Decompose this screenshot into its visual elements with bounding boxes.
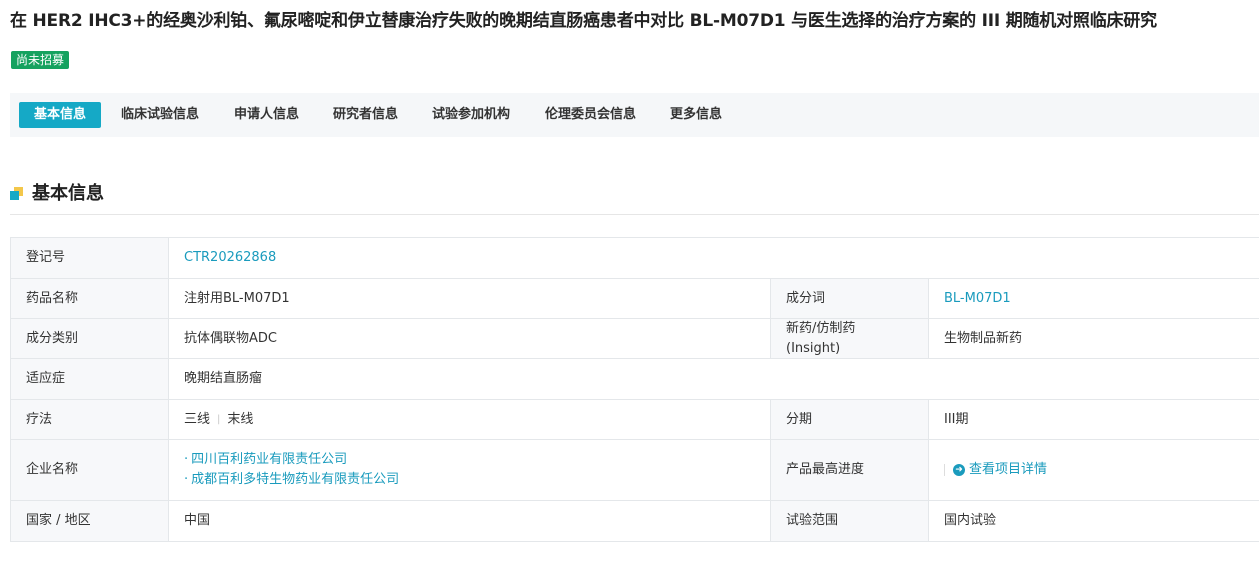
- phase-label: 分期: [771, 400, 929, 439]
- therapy-separator: |: [217, 413, 221, 425]
- tab-basic-info[interactable]: 基本信息: [19, 102, 102, 128]
- section-divider: [10, 214, 1259, 215]
- category-value: 抗体偶联物ADC: [169, 319, 771, 358]
- therapy-line-third: 三线: [184, 411, 211, 427]
- divider: [944, 464, 945, 476]
- progress-cell: ➜ 查看项目详情: [929, 440, 1259, 500]
- company-cell: · 四川百利药业有限责任公司 · 成都百利多特生物药业有限责任公司: [169, 440, 771, 500]
- scope-label: 试验范围: [771, 501, 929, 541]
- category-label: 成分类别: [11, 319, 169, 358]
- tab-applicant-info[interactable]: 申请人信息: [234, 102, 299, 128]
- view-project-details-label[interactable]: 查看项目详情: [969, 460, 1047, 480]
- section-header: 基本信息: [10, 180, 1259, 208]
- table-row: 成分类别 抗体偶联物ADC 新药/仿制药 (Insight) 生物制品新药: [11, 319, 1259, 359]
- section-title: 基本信息: [32, 183, 104, 204]
- indication-label: 适应症: [11, 359, 169, 399]
- company-list: · 四川百利药业有限责任公司 · 成都百利多特生物药业有限责任公司: [184, 450, 399, 490]
- tab-participating-sites[interactable]: 试验参加机构: [432, 102, 510, 128]
- drug-name-value: 注射用BL-M07D1: [169, 279, 771, 318]
- section-squares-icon: [10, 187, 24, 201]
- company-item[interactable]: · 成都百利多特生物药业有限责任公司: [184, 470, 399, 490]
- therapy-cell: 三线 | 末线: [169, 400, 771, 439]
- progress-label: 产品最高进度: [771, 440, 929, 500]
- reg-no-link[interactable]: CTR20262868: [184, 248, 276, 268]
- tab-clinical-trial-info[interactable]: 临床试验信息: [121, 102, 199, 128]
- table-row: 企业名称 · 四川百利药业有限责任公司 · 成都百利多特生物药业有限责任公司 产品最…: [11, 440, 1259, 501]
- bullet-icon: ·: [184, 472, 189, 487]
- tab-investigator-info[interactable]: 研究者信息: [333, 102, 398, 128]
- indication-value: 晚期结直肠瘤: [184, 371, 263, 386]
- new-drug-value: 生物制品新药: [944, 330, 1023, 346]
- table-row: 疗法 三线 | 末线 分期 III期: [11, 400, 1259, 440]
- page-title: 在 HER2 IHC3+的经奥沙利铂、氟尿嘧啶和伊立替康治疗失败的晚期结直肠癌患…: [10, 11, 1157, 31]
- tab-ethics-committee-info[interactable]: 伦理委员会信息: [545, 102, 636, 128]
- company-link-chengdu-baili-duote[interactable]: 成都百利多特生物药业有限责任公司: [191, 472, 399, 487]
- basic-info-table: 登记号 CTR20262868 药品名称 注射用BL-M07D1 成分词 BL-…: [10, 237, 1259, 542]
- drug-name-label: 药品名称: [11, 279, 169, 318]
- company-item[interactable]: · 四川百利药业有限责任公司: [184, 450, 399, 470]
- table-row: 登记号 CTR20262868: [11, 238, 1259, 279]
- company-link-sichuan-baili[interactable]: 四川百利药业有限责任公司: [191, 452, 347, 467]
- table-row: 适应症 晚期结直肠瘤: [11, 359, 1259, 400]
- arrow-circle-right-icon: ➜: [953, 464, 965, 476]
- therapy-label: 疗法: [11, 400, 169, 439]
- company-label: 企业名称: [11, 440, 169, 500]
- tab-bar: 基本信息 临床试验信息 申请人信息 研究者信息 试验参加机构 伦理委员会信息 更…: [10, 93, 1259, 137]
- ingredient-label: 成分词: [771, 279, 929, 318]
- therapy-line-last: 末线: [227, 411, 254, 427]
- new-drug-label: 新药/仿制药 (Insight): [771, 319, 929, 358]
- table-row: 国家 / 地区 中国 试验范围 国内试验: [11, 501, 1259, 542]
- scope-value: 国内试验: [944, 513, 997, 528]
- ingredient-link[interactable]: BL-M07D1: [944, 289, 1011, 309]
- phase-value: III期: [944, 411, 969, 427]
- ingredient-cell: BL-M07D1: [929, 279, 1259, 318]
- bullet-icon: ·: [184, 452, 189, 467]
- view-project-details-link[interactable]: ➜ 查看项目详情: [953, 460, 1047, 480]
- reg-no-cell: CTR20262868: [169, 238, 1259, 278]
- tab-more-info[interactable]: 更多信息: [670, 102, 722, 128]
- reg-no-label: 登记号: [11, 238, 169, 278]
- status-badge: 尚未招募: [11, 51, 70, 69]
- table-row: 药品名称 注射用BL-M07D1 成分词 BL-M07D1: [11, 279, 1259, 319]
- country-label: 国家 / 地区: [11, 501, 169, 541]
- country-value: 中国: [169, 501, 771, 541]
